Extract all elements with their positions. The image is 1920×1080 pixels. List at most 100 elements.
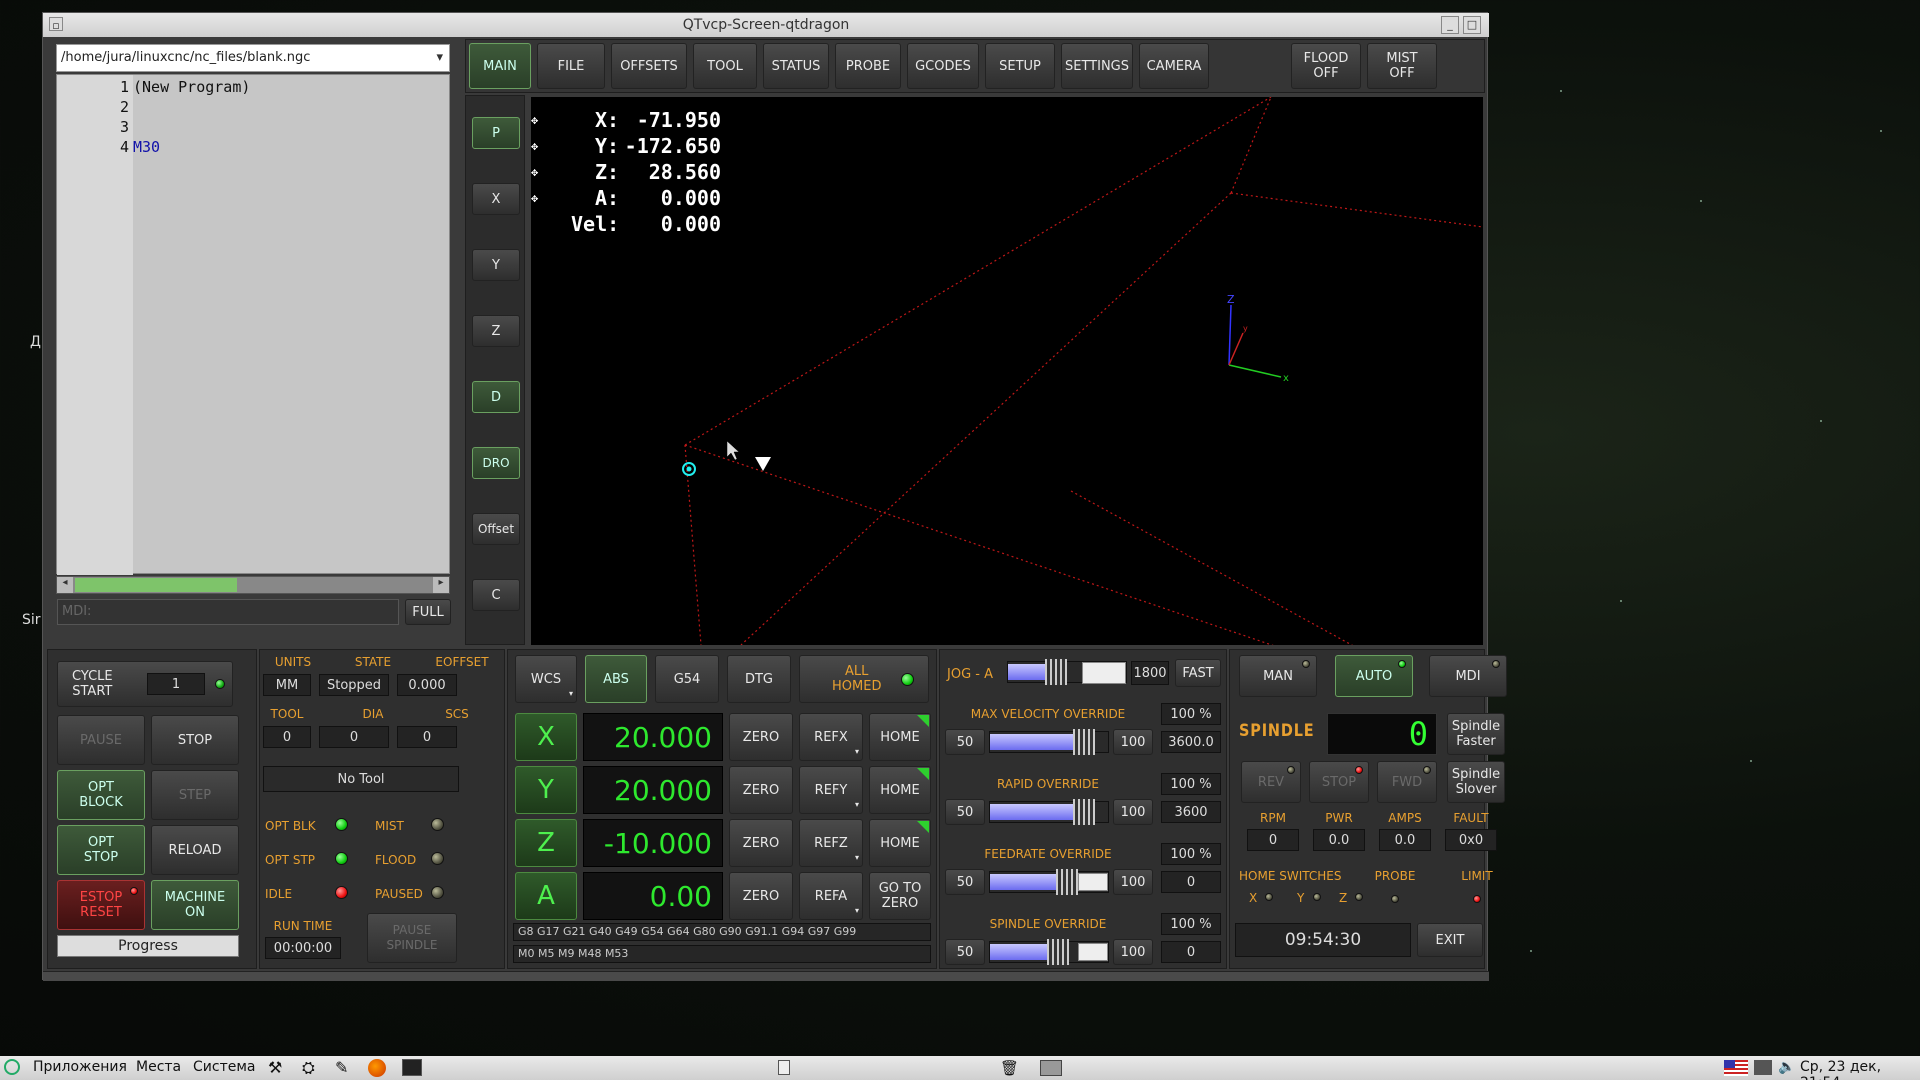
override-max-button[interactable]: 100 [1113,799,1153,825]
network-icon[interactable] [1754,1060,1772,1075]
override-min-button[interactable]: 50 [945,729,985,755]
spindle-slower-button[interactable]: Spindle Slover [1447,761,1505,803]
opt-block-button[interactable]: OPT BLOCK [57,770,145,820]
home-y-button[interactable]: HOME [869,766,931,814]
spindle-rev-button[interactable]: REV [1241,761,1301,803]
tab-settings[interactable]: SETTINGS [1061,43,1133,89]
view-d-button[interactable]: D [472,381,520,413]
man-mode-button[interactable]: MAN [1239,655,1317,697]
override-max-button[interactable]: 100 [1113,729,1153,755]
tab-gcodes[interactable]: GCODES [907,43,979,89]
g54-button[interactable]: G54 [655,655,719,703]
spindle-faster-button[interactable]: Spindle Faster [1447,713,1505,755]
override-slider[interactable] [989,939,1109,965]
places-menu[interactable]: Места [136,1059,181,1075]
gcode-editor[interactable]: 1 (New Program) 2 3 4 M30 [56,74,450,575]
minimize-button[interactable]: _ [1441,16,1459,34]
tab-main[interactable]: MAIN [469,43,531,89]
override-min-button[interactable]: 50 [945,869,985,895]
show-desktop-icon[interactable] [1040,1060,1062,1076]
scrollbar-thumb[interactable] [75,578,237,592]
override-slider[interactable] [989,799,1109,825]
mdi-mode-button[interactable]: MDI [1429,655,1507,697]
view-y-button[interactable]: Y [472,249,520,281]
ref-a-button[interactable]: REFA ▾ [799,872,863,920]
dtg-button[interactable]: DTG [727,655,791,703]
view-c-button[interactable]: C [472,579,520,611]
slider-grip[interactable] [1056,869,1079,895]
view-dro-button[interactable]: DRO [472,447,520,479]
stop-button[interactable]: STOP [151,715,239,765]
tab-probe[interactable]: PROBE [835,43,901,89]
zero-x-button[interactable]: ZERO [729,713,793,761]
keyboard-layout-flag-icon[interactable] [1724,1060,1748,1076]
estop-reset-button[interactable]: ESTOP RESET [57,880,145,930]
spindle-stop-button[interactable]: STOP [1309,761,1369,803]
penguin-icon[interactable]: ⛭ [302,1058,315,1078]
tab-status[interactable]: STATUS [763,43,829,89]
slider-handle[interactable] [1078,873,1108,891]
terminal-icon[interactable] [402,1059,422,1076]
override-max-button[interactable]: 100 [1113,869,1153,895]
ref-x-button[interactable]: REFX ▾ [799,713,863,761]
horizontal-scrollbar[interactable]: ◂ ▸ [56,576,450,594]
applications-menu[interactable]: Приложения [33,1059,127,1075]
auto-mode-button[interactable]: AUTO [1335,655,1413,697]
tab-tool[interactable]: TOOL [693,43,757,89]
tab-setup[interactable]: SETUP [985,43,1055,89]
clock-datetime[interactable]: Ср, 23 дек, 21:54 [1800,1059,1920,1080]
trash-icon[interactable]: 🗑 [1000,1059,1019,1077]
view-offset-button[interactable]: Offset [472,513,520,545]
full-button[interactable]: FULL [405,599,451,625]
pause-spindle-button[interactable]: PAUSE SPINDLE [367,913,457,963]
slider-grip[interactable] [1044,659,1067,685]
scroll-right-icon[interactable]: ▸ [433,577,449,593]
jog-rate-slider[interactable] [1007,659,1127,685]
window-titlebar[interactable]: ▫ QTvcp-Screen-qtdragon _ □ [43,13,1489,37]
tab-camera[interactable]: CAMERA [1139,43,1209,89]
axis-y-select-button[interactable]: Y [515,766,577,814]
override-min-button[interactable]: 50 [945,799,985,825]
spindle-fwd-button[interactable]: FWD [1377,761,1437,803]
reload-button[interactable]: RELOAD [151,825,239,875]
volume-icon[interactable]: 🔈 [1778,1059,1795,1075]
window-menu-icon[interactable]: ▫ [49,17,63,32]
home-x-button[interactable]: HOME [869,713,931,761]
slider-grip[interactable] [1072,729,1095,755]
system-menu[interactable]: Система [193,1059,255,1075]
hammer-icon[interactable]: ⚒ [268,1058,282,1077]
abs-button[interactable]: ABS [585,655,647,703]
scroll-left-icon[interactable]: ◂ [57,577,73,593]
override-slider[interactable] [989,869,1109,895]
override-min-button[interactable]: 50 [945,939,985,965]
wcs-button[interactable]: WCS ▾ [515,655,577,703]
step-button[interactable]: STEP [151,770,239,820]
file-path-select[interactable]: /home/jura/linuxcnc/nc_files/blank.ngc ▾ [56,44,450,72]
view-x-button[interactable]: X [472,183,520,215]
text-editor-icon[interactable]: ✎ [335,1058,348,1077]
axis-a-select-button[interactable]: A [515,872,577,920]
slider-handle[interactable] [1082,662,1126,684]
zero-z-button[interactable]: ZERO [729,819,793,867]
mdi-input[interactable]: MDI: [57,599,399,625]
opt-stop-button[interactable]: OPT STOP [57,825,145,875]
ref-z-button[interactable]: REFZ ▾ [799,819,863,867]
window-list-icon[interactable] [778,1060,790,1075]
view-p-button[interactable]: P [472,117,520,149]
fast-jog-button[interactable]: FAST [1175,659,1221,687]
pause-button[interactable]: PAUSE [57,715,145,765]
view-z-button[interactable]: Z [472,315,520,347]
flood-toggle-button[interactable]: FLOOD OFF [1291,43,1361,89]
slider-handle[interactable] [1078,943,1108,961]
override-max-button[interactable]: 100 [1113,939,1153,965]
override-slider[interactable] [989,729,1109,755]
axis-x-select-button[interactable]: X [515,713,577,761]
firefox-icon[interactable] [368,1059,386,1077]
preview-3d[interactable]: x Z y ✥ X: -71.950 ✥ Y: -172.650 ✥ Z: 28.560 ✥… [531,96,1484,718]
home-z-button[interactable]: HOME [869,819,931,867]
exit-button[interactable]: EXIT [1417,923,1483,957]
ref-y-button[interactable]: REFY ▾ [799,766,863,814]
zero-a-button[interactable]: ZERO [729,872,793,920]
go-to-zero-button[interactable]: GO TO ZERO [869,872,931,920]
mist-toggle-button[interactable]: MIST OFF [1367,43,1437,89]
